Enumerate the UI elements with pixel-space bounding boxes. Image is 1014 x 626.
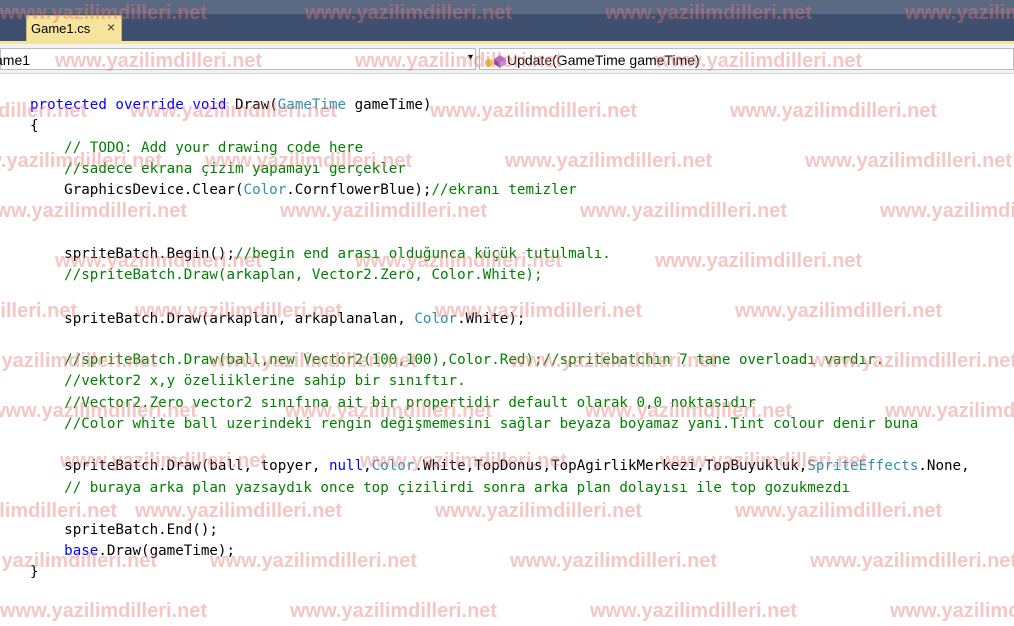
code-line-7: //spriteBatch.Draw(arkaplan, Vector2.Zer…	[30, 267, 543, 283]
code-line-14: // buraya arka plan yazsaydık once top ç…	[30, 480, 850, 496]
code-token: protected	[30, 97, 107, 113]
code-line-16: base.Draw(gameTime);	[30, 541, 235, 561]
code-line-4: //sadece ekrana çizim yapamayı gerçekler	[30, 161, 406, 177]
code-line-12: //Color white ball uzerindeki rengin değ…	[30, 416, 919, 432]
member-dropdown-value: Update(GameTime gameTime)	[507, 52, 700, 68]
code-token: .None,	[918, 458, 970, 474]
code-line-11: //Vector2.Zero vector2 sınıfına ait bir …	[30, 395, 757, 411]
code-line-17: }	[30, 564, 39, 580]
code-token: gameTime)	[346, 97, 432, 113]
code-token: SpriteEffects	[807, 458, 919, 474]
code-token: Color	[414, 311, 458, 327]
code-line-8: spriteBatch.Draw(arkaplan, arkaplanalan,…	[30, 309, 525, 329]
tab-title: Game1.cs	[31, 21, 91, 36]
code-token: Color	[371, 458, 415, 474]
code-line-5: GraphicsDevice.Clear(Color.CornflowerBlu…	[30, 180, 577, 200]
navigation-bar: ame1 ▾ Update(GameTime gameTime)	[0, 44, 1014, 74]
code-editor[interactable]: protected override void Draw(GameTime ga…	[0, 74, 1014, 626]
code-line-1: protected override void Draw(GameTime ga…	[30, 95, 432, 115]
code-token: .Draw(gameTime);	[98, 543, 236, 559]
code-token: GraphicsDevice.Clear(	[30, 182, 244, 198]
code-line-2: {	[30, 118, 39, 134]
code-token: Draw(	[226, 97, 278, 113]
code-token: GameTime	[277, 97, 347, 113]
code-line-3: // TODO: Add your drawing code here	[30, 140, 364, 156]
code-line-10: //vektor2 x,y özeliiklerine sahip bir sı…	[30, 373, 466, 389]
code-token: override	[115, 97, 184, 113]
close-icon[interactable]: ×	[107, 19, 115, 35]
code-token: spriteBatch.Draw(arkaplan, arkaplanalan,	[30, 311, 415, 327]
tab-game1-cs[interactable]: Game1.cs ×	[26, 15, 122, 41]
code-token: //begin end arası olduğunca küçük tutulm…	[235, 246, 611, 262]
member-dropdown[interactable]: Update(GameTime gameTime)	[479, 48, 1014, 70]
code-token: ,	[363, 458, 372, 474]
code-line-6: spriteBatch.Begin();//begin end arası ol…	[30, 244, 611, 264]
code-line-9: //spriteBatch.Draw(ball,new Vector2(100,…	[30, 352, 885, 368]
code-token: null	[328, 458, 364, 474]
code-token: .White,TopDonus,TopAgirlikMerkezi,TopBuy…	[414, 458, 808, 474]
code-token: //ekranı temizler	[431, 182, 577, 198]
document-tab-bar	[0, 14, 1014, 42]
type-dropdown[interactable]: ame1 ▾	[0, 48, 476, 70]
code-line-15: spriteBatch.End();	[30, 522, 218, 538]
type-dropdown-value: ame1	[0, 52, 31, 68]
code-token: spriteBatch.Begin();	[30, 246, 235, 262]
code-token: void	[192, 97, 227, 113]
code-token: .White);	[457, 311, 526, 327]
code-token: .CornflowerBlue);	[286, 182, 432, 198]
code-token: spriteBatch.Draw(ball, topyer,	[30, 458, 329, 474]
window-top-strip	[0, 0, 1014, 14]
code-line-13: spriteBatch.Draw(ball, topyer, null,Colo…	[30, 456, 970, 476]
chevron-down-icon[interactable]: ▾	[468, 52, 473, 63]
method-icon	[485, 55, 506, 68]
code-token: Color	[243, 182, 287, 198]
code-token: base	[64, 543, 99, 559]
